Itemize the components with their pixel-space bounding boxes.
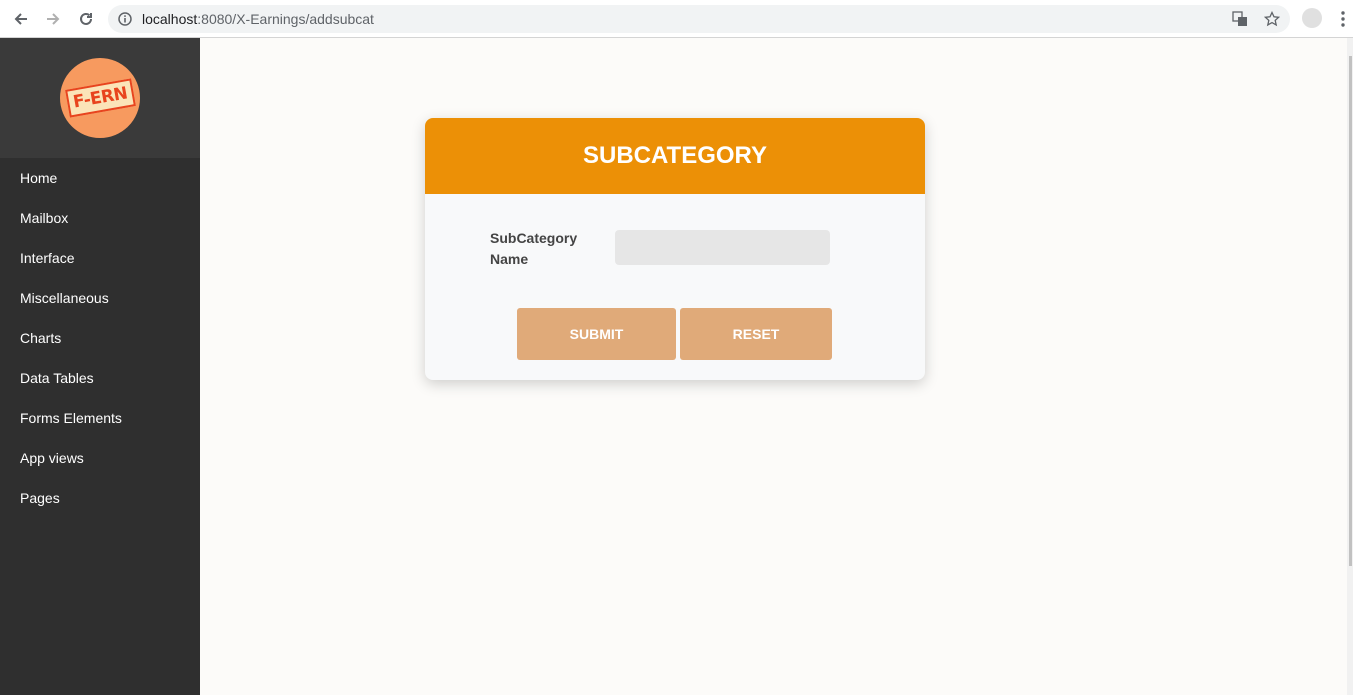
subcategory-name-input[interactable] <box>615 230 830 265</box>
scrollbar-thumb[interactable] <box>1349 56 1352 566</box>
address-bar[interactable]: localhost:8080/X-Earnings/addsubcat <box>108 5 1290 33</box>
subcategory-name-label: SubCategory Name <box>490 230 578 267</box>
browser-toolbar: localhost:8080/X-Earnings/addsubcat <box>0 0 1353 38</box>
translate-icon[interactable] <box>1232 11 1248 27</box>
info-icon <box>118 12 132 26</box>
sidebar-item-pages[interactable]: Pages <box>0 478 200 518</box>
sidebar-item-charts[interactable]: Charts <box>0 318 200 358</box>
more-menu-icon[interactable] <box>1336 9 1350 29</box>
sidebar: F-ERN Home Mailbox Interface Miscellaneo… <box>0 38 200 695</box>
reload-icon <box>80 12 92 25</box>
url-host: localhost <box>142 11 198 27</box>
sidebar-item-forms-elements[interactable]: Forms Elements <box>0 398 200 438</box>
sidebar-item-app-views[interactable]: App views <box>0 438 200 478</box>
sidebar-item-data-tables[interactable]: Data Tables <box>0 358 200 398</box>
reload-button[interactable] <box>74 7 98 31</box>
logo-text: F-ERN <box>64 78 136 118</box>
reset-button[interactable]: RESET <box>680 308 832 360</box>
back-button[interactable] <box>9 7 33 31</box>
sidebar-header: F-ERN <box>0 38 200 158</box>
card-title: SUBCATEGORY <box>582 142 767 169</box>
sidebar-item-miscellaneous[interactable]: Miscellaneous <box>0 278 200 318</box>
card-header: SUBCATEGORY <box>425 118 925 194</box>
url-text: localhost:8080/X-Earnings/addsubcat <box>142 11 374 27</box>
sidebar-item-mailbox[interactable]: Mailbox <box>0 198 200 238</box>
star-icon[interactable] <box>1264 11 1280 27</box>
back-arrow-icon <box>14 13 27 25</box>
profile-avatar[interactable] <box>1302 8 1322 28</box>
subcategory-card: SUBCATEGORY SubCategory Name SUBMIT RESE… <box>425 118 925 380</box>
forward-arrow-icon <box>47 13 60 25</box>
submit-button[interactable]: SUBMIT <box>517 308 676 360</box>
url-path: :8080/X-Earnings/addsubcat <box>197 11 374 27</box>
sidebar-item-interface[interactable]: Interface <box>0 238 200 278</box>
sidebar-item-home[interactable]: Home <box>0 158 200 198</box>
logo[interactable]: F-ERN <box>60 58 140 138</box>
forward-button[interactable] <box>41 7 65 31</box>
